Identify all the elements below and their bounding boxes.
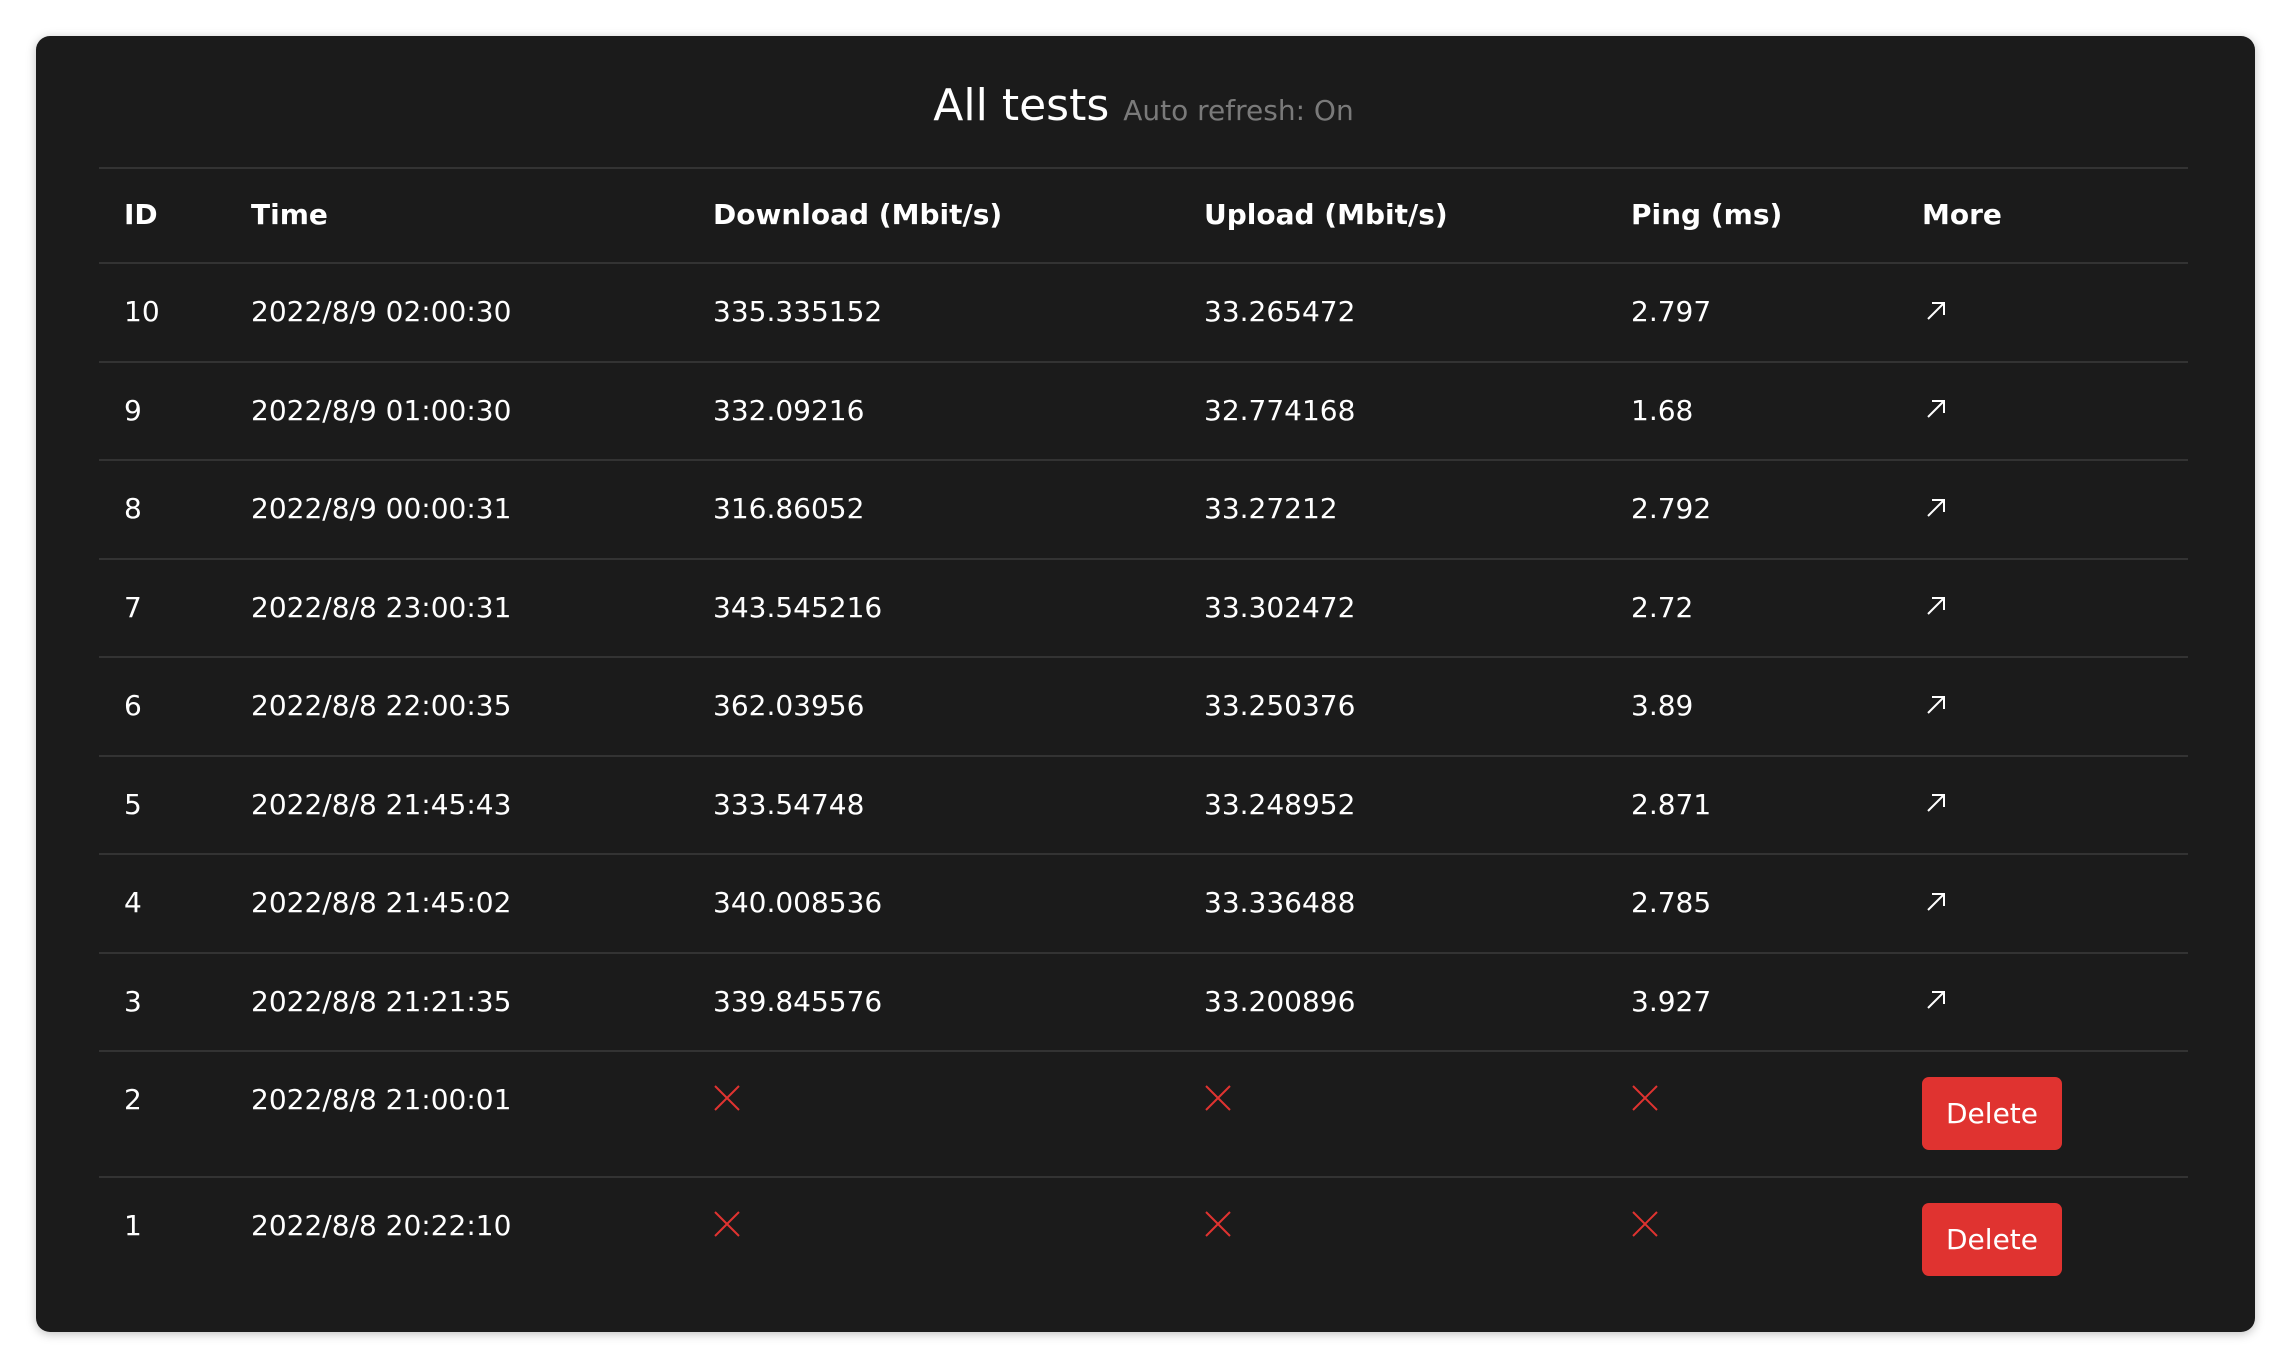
cell-upload: 33.200896: [1179, 952, 1606, 1052]
cell-upload: 33.302472: [1179, 558, 1606, 658]
cell-more: [1897, 755, 2188, 855]
cell-download: [688, 1177, 1179, 1302]
cell-upload: 33.265472: [1179, 263, 1606, 363]
arrow-up-right-icon[interactable]: [1924, 979, 1948, 1026]
card-header: All tests Auto refresh: On: [99, 36, 2188, 169]
cell-more: [1897, 263, 2188, 363]
table-row: 9 2022/8/9 01:00:30 332.09216 32.774168 1.68: [99, 361, 2188, 461]
failed-x-icon: [1631, 1079, 1659, 1126]
cell-upload: 33.27212: [1179, 460, 1606, 560]
cell-download: 316.86052: [688, 460, 1179, 560]
failed-x-icon: [713, 1079, 741, 1126]
cell-id: 8: [99, 460, 226, 560]
table-row: 6 2022/8/8 22:00:35 362.03956 33.250376 3.89: [99, 657, 2188, 757]
delete-button[interactable]: Delete: [1922, 1077, 2062, 1150]
cell-more: [1897, 657, 2188, 757]
cell-download: 339.845576: [688, 952, 1179, 1052]
cell-time: 2022/8/8 21:00:01: [226, 1051, 688, 1178]
cell-time: 2022/8/9 02:00:30: [226, 263, 688, 363]
cell-ping: 2.792: [1606, 460, 1897, 560]
cell-id: 2: [99, 1051, 226, 1178]
cell-id: 7: [99, 558, 226, 658]
cell-download: 343.545216: [688, 558, 1179, 658]
column-header-time: Time: [226, 167, 688, 264]
cell-time: 2022/8/8 20:22:10: [251, 1209, 512, 1242]
table-row: 10 2022/8/9 02:00:30 335.335152 33.265472 2.…: [99, 263, 2188, 363]
cell-more: Delete: [1897, 1177, 2188, 1302]
cell-more: [1897, 558, 2188, 658]
cell-download: 332.09216: [688, 361, 1179, 461]
cell-upload: 33.336488: [1179, 854, 1606, 954]
cell-ping: 2.72: [1606, 558, 1897, 658]
cell-id: 1: [124, 1209, 142, 1242]
cell-id: 5: [99, 755, 226, 855]
cell-id: 10: [99, 263, 226, 363]
column-header-id: ID: [99, 167, 226, 264]
delete-button[interactable]: Delete: [1922, 1203, 2062, 1276]
cell-upload: [1179, 1177, 1606, 1302]
cell-download: 362.03956: [688, 657, 1179, 757]
cell-id: 9: [99, 361, 226, 461]
cell-download: 333.54748: [688, 755, 1179, 855]
cell-more: [1897, 854, 2188, 954]
arrow-up-right-icon[interactable]: [1924, 388, 1948, 435]
cell-upload: [1179, 1051, 1606, 1178]
cell-upload: 33.248952: [1179, 755, 1606, 855]
table-row: 8 2022/8/9 00:00:31 316.86052 33.27212 2.792: [99, 460, 2188, 560]
auto-refresh-status[interactable]: Auto refresh: On: [1123, 94, 1353, 127]
failed-x-icon: [1204, 1079, 1232, 1126]
cell-ping: 3.927: [1606, 952, 1897, 1052]
arrow-up-right-icon[interactable]: [1924, 684, 1948, 731]
failed-x-icon: [1631, 1205, 1659, 1252]
tests-table: ID Time Download (Mbit/s) Upload (Mbit/s…: [99, 167, 2188, 1302]
cell-upload: 33.250376: [1179, 657, 1606, 757]
cell-time: 2022/8/8 21:45:43: [226, 755, 688, 855]
cell-ping: 3.89: [1606, 657, 1897, 757]
cell-id: 3: [99, 952, 226, 1052]
failed-x-icon: [713, 1205, 741, 1252]
cell-more: Delete: [1897, 1051, 2188, 1178]
cell-more: [1897, 952, 2188, 1052]
cell-download: [688, 1051, 1179, 1178]
arrow-up-right-icon[interactable]: [1924, 487, 1948, 534]
column-header-download: Download (Mbit/s): [688, 167, 1179, 264]
arrow-up-right-icon[interactable]: [1924, 290, 1948, 337]
table-row: 5 2022/8/8 21:45:43 333.54748 33.248952 2.87…: [99, 755, 2188, 855]
cell-more: [1897, 361, 2188, 461]
cell-ping: 2.871: [1606, 755, 1897, 855]
cell-more: [1897, 460, 2188, 560]
cell-id: 6: [99, 657, 226, 757]
page-title: All tests: [933, 80, 1110, 131]
cell-upload: 32.774168: [1179, 361, 1606, 461]
column-header-upload: Upload (Mbit/s): [1179, 167, 1606, 264]
cell-time: 2022/8/9 01:00:30: [226, 361, 688, 461]
table-row: 2 2022/8/8 21:00:01 Delete: [99, 1051, 2188, 1178]
cell-time: 2022/8/8 23:00:31: [226, 558, 688, 658]
arrow-up-right-icon[interactable]: [1924, 782, 1948, 829]
column-header-more: More: [1897, 167, 2188, 264]
table-row: 7 2022/8/8 23:00:31 343.545216 33.302472 2.7…: [99, 558, 2188, 658]
arrow-up-right-icon[interactable]: [1924, 881, 1948, 928]
cell-ping: 1.68: [1606, 361, 1897, 461]
column-header-ping: Ping (ms): [1606, 167, 1897, 264]
cell-ping: 2.785: [1606, 854, 1897, 954]
arrow-up-right-icon[interactable]: [1924, 585, 1948, 632]
table-header-row: ID Time Download (Mbit/s) Upload (Mbit/s…: [99, 167, 2188, 264]
table-row: 4 2022/8/8 21:45:02 340.008536 33.336488 2.7…: [99, 854, 2188, 954]
cell-ping: [1606, 1051, 1897, 1178]
cell-ping: [1606, 1177, 1897, 1302]
failed-x-icon: [1204, 1205, 1232, 1252]
cell-time: 2022/8/8 22:00:35: [226, 657, 688, 757]
table-row: 1 2022/8/8 20:22:10 Delete: [99, 1177, 2188, 1302]
cell-ping: 2.797: [1606, 263, 1897, 363]
cell-id: 4: [99, 854, 226, 954]
cell-time: 2022/8/8 21:21:35: [226, 952, 688, 1052]
cell-download: 335.335152: [688, 263, 1179, 363]
tests-card: All tests Auto refresh: On ID Time Downlo…: [36, 36, 2255, 1332]
cell-download: 340.008536: [688, 854, 1179, 954]
cell-time: 2022/8/8 21:45:02: [226, 854, 688, 954]
table-row: 3 2022/8/8 21:21:35 339.845576 33.200896 3.9…: [99, 952, 2188, 1052]
cell-time: 2022/8/9 00:00:31: [226, 460, 688, 560]
